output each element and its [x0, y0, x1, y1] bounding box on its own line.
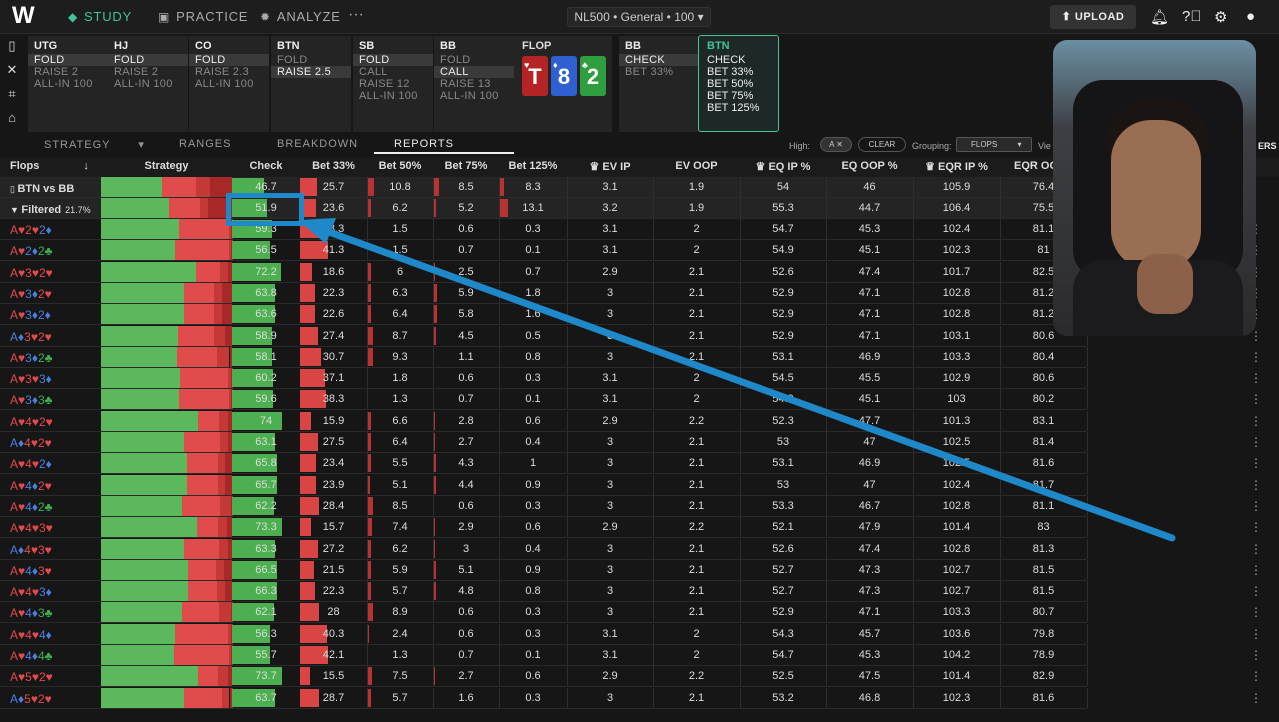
arrow-shaft	[314, 224, 1176, 542]
arrow-head	[298, 218, 336, 244]
annotation-arrow	[298, 218, 1176, 542]
